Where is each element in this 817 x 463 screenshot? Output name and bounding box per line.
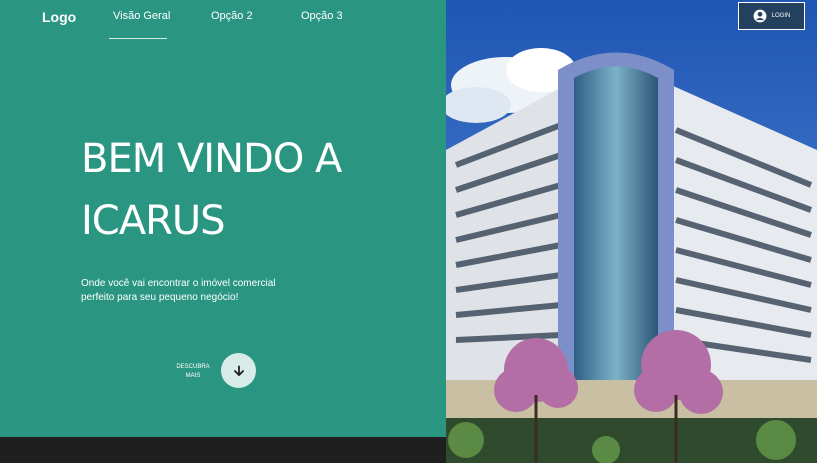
account-circle-icon [753, 9, 767, 23]
hero-heading-line-2: ICARUS [81, 198, 226, 244]
logo[interactable]: Logo [42, 9, 76, 25]
building-illustration [446, 0, 817, 463]
footer-bar [0, 437, 446, 463]
nav-item-opcao-2[interactable]: Opção 2 [211, 10, 253, 22]
hero-heading-line-1: BEM VINDO A [81, 136, 342, 182]
discover-more-label: DESCUBRA MAIS [168, 363, 218, 381]
building-image [446, 0, 817, 463]
hero-subtitle-line-2: perfeito para seu pequeno negócio! [81, 292, 239, 303]
nav-item-opcao-3[interactable]: Opção 3 [301, 10, 343, 22]
discover-more-label-line-1: DESCUBRA [176, 364, 210, 370]
login-button[interactable]: LOGIN [738, 2, 805, 30]
discover-more-label-line-2: MAIS [185, 373, 201, 379]
hero-heading: BEM VINDO A ICARUS [81, 128, 411, 252]
arrow-down-icon [233, 364, 244, 376]
hero-subtitle-line-1: Onde você vai encontrar o imóvel comerci… [81, 278, 276, 289]
nav-active-underline [109, 38, 167, 39]
hero-panel: Logo Visão Geral Opção 2 Opção 3 BEM VIN… [0, 0, 446, 437]
nav-item-visao-geral[interactable]: Visão Geral [113, 10, 170, 22]
discover-more-button[interactable] [221, 353, 256, 388]
login-label: LOGIN [771, 13, 791, 19]
hero-subtitle: Onde você vai encontrar o imóvel comerci… [81, 277, 301, 305]
